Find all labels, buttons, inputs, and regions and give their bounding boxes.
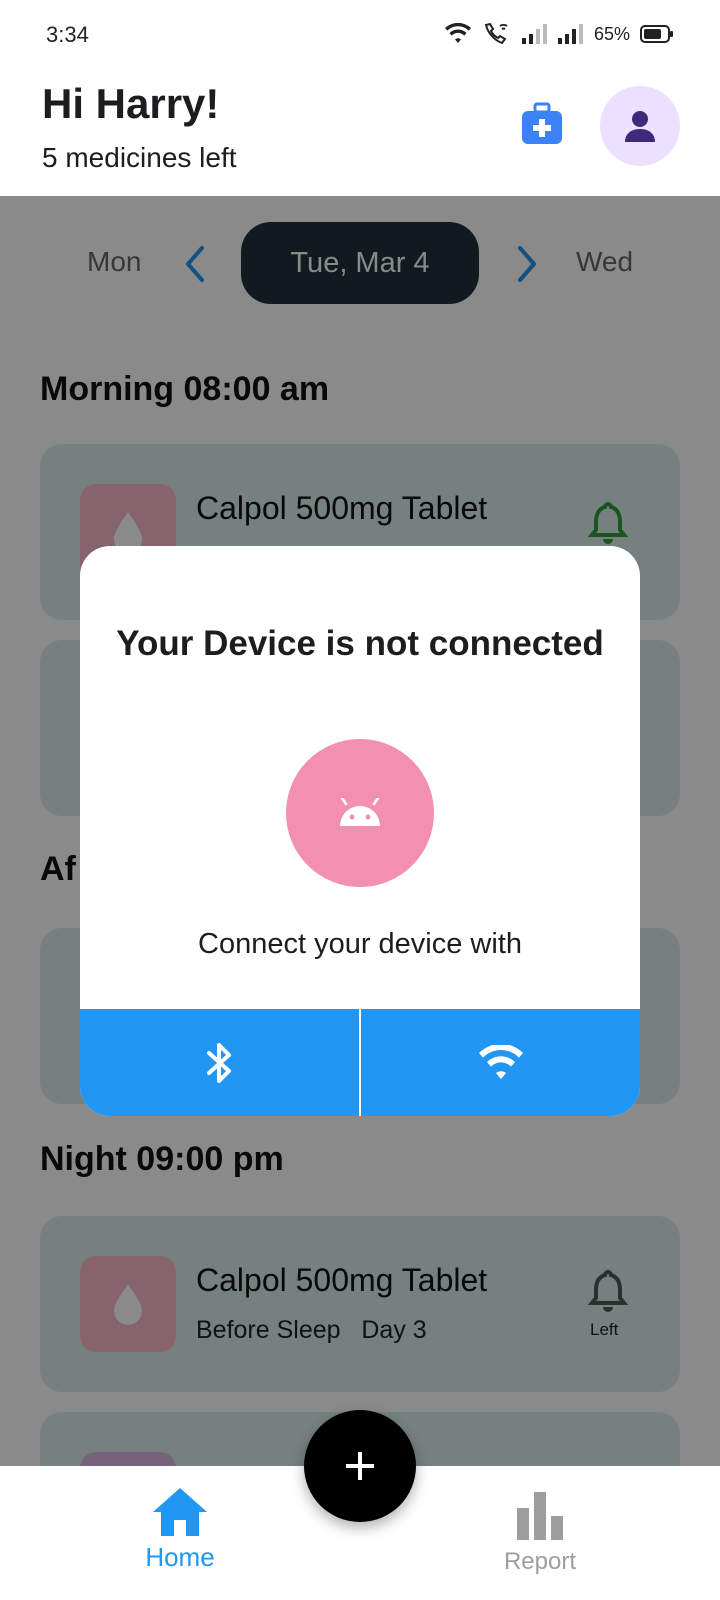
medical-kit-button[interactable] [520,102,564,146]
plus-icon [346,1452,374,1480]
wifi-icon [478,1044,523,1079]
dialog-message: Connect your device with [198,928,522,960]
status-icons: 65% [444,22,674,46]
profile-avatar-button[interactable] [600,86,680,166]
nav-home[interactable]: Home [130,1486,230,1586]
connect-bluetooth-button[interactable] [80,1009,359,1116]
wifi-calling-icon [484,22,508,45]
bluetooth-icon [206,1042,231,1083]
nav-report[interactable]: Report [490,1490,590,1590]
device-not-connected-dialog: Your Device is not connected Connect you… [80,546,640,1116]
dialog-actions [80,1009,640,1116]
status-bar: 3:34 65% [0,0,720,72]
nav-home-label: Home [145,1542,215,1572]
add-medicine-button[interactable] [304,1410,416,1522]
greeting-title: Hi Harry! [42,80,220,127]
medicines-left-subtitle: 5 medicines left [42,142,237,173]
battery-percent: 65% [593,23,630,44]
android-icon [340,798,380,826]
home-icon [153,1488,207,1536]
signal-icon [557,24,583,44]
status-time: 3:34 [46,22,89,47]
dialog-title: Your Device is not connected [116,624,604,663]
person-icon [625,111,655,142]
bar-chart-icon [517,1492,563,1540]
android-logo [286,739,434,887]
signal-icon [521,24,547,44]
connect-wifi-button[interactable] [361,1009,640,1116]
nav-report-label: Report [503,1548,577,1575]
wifi-icon [444,23,471,43]
medical-kit-icon [522,102,562,144]
app-header: Hi Harry! 5 medicines left [0,72,720,196]
battery-icon [640,25,673,43]
